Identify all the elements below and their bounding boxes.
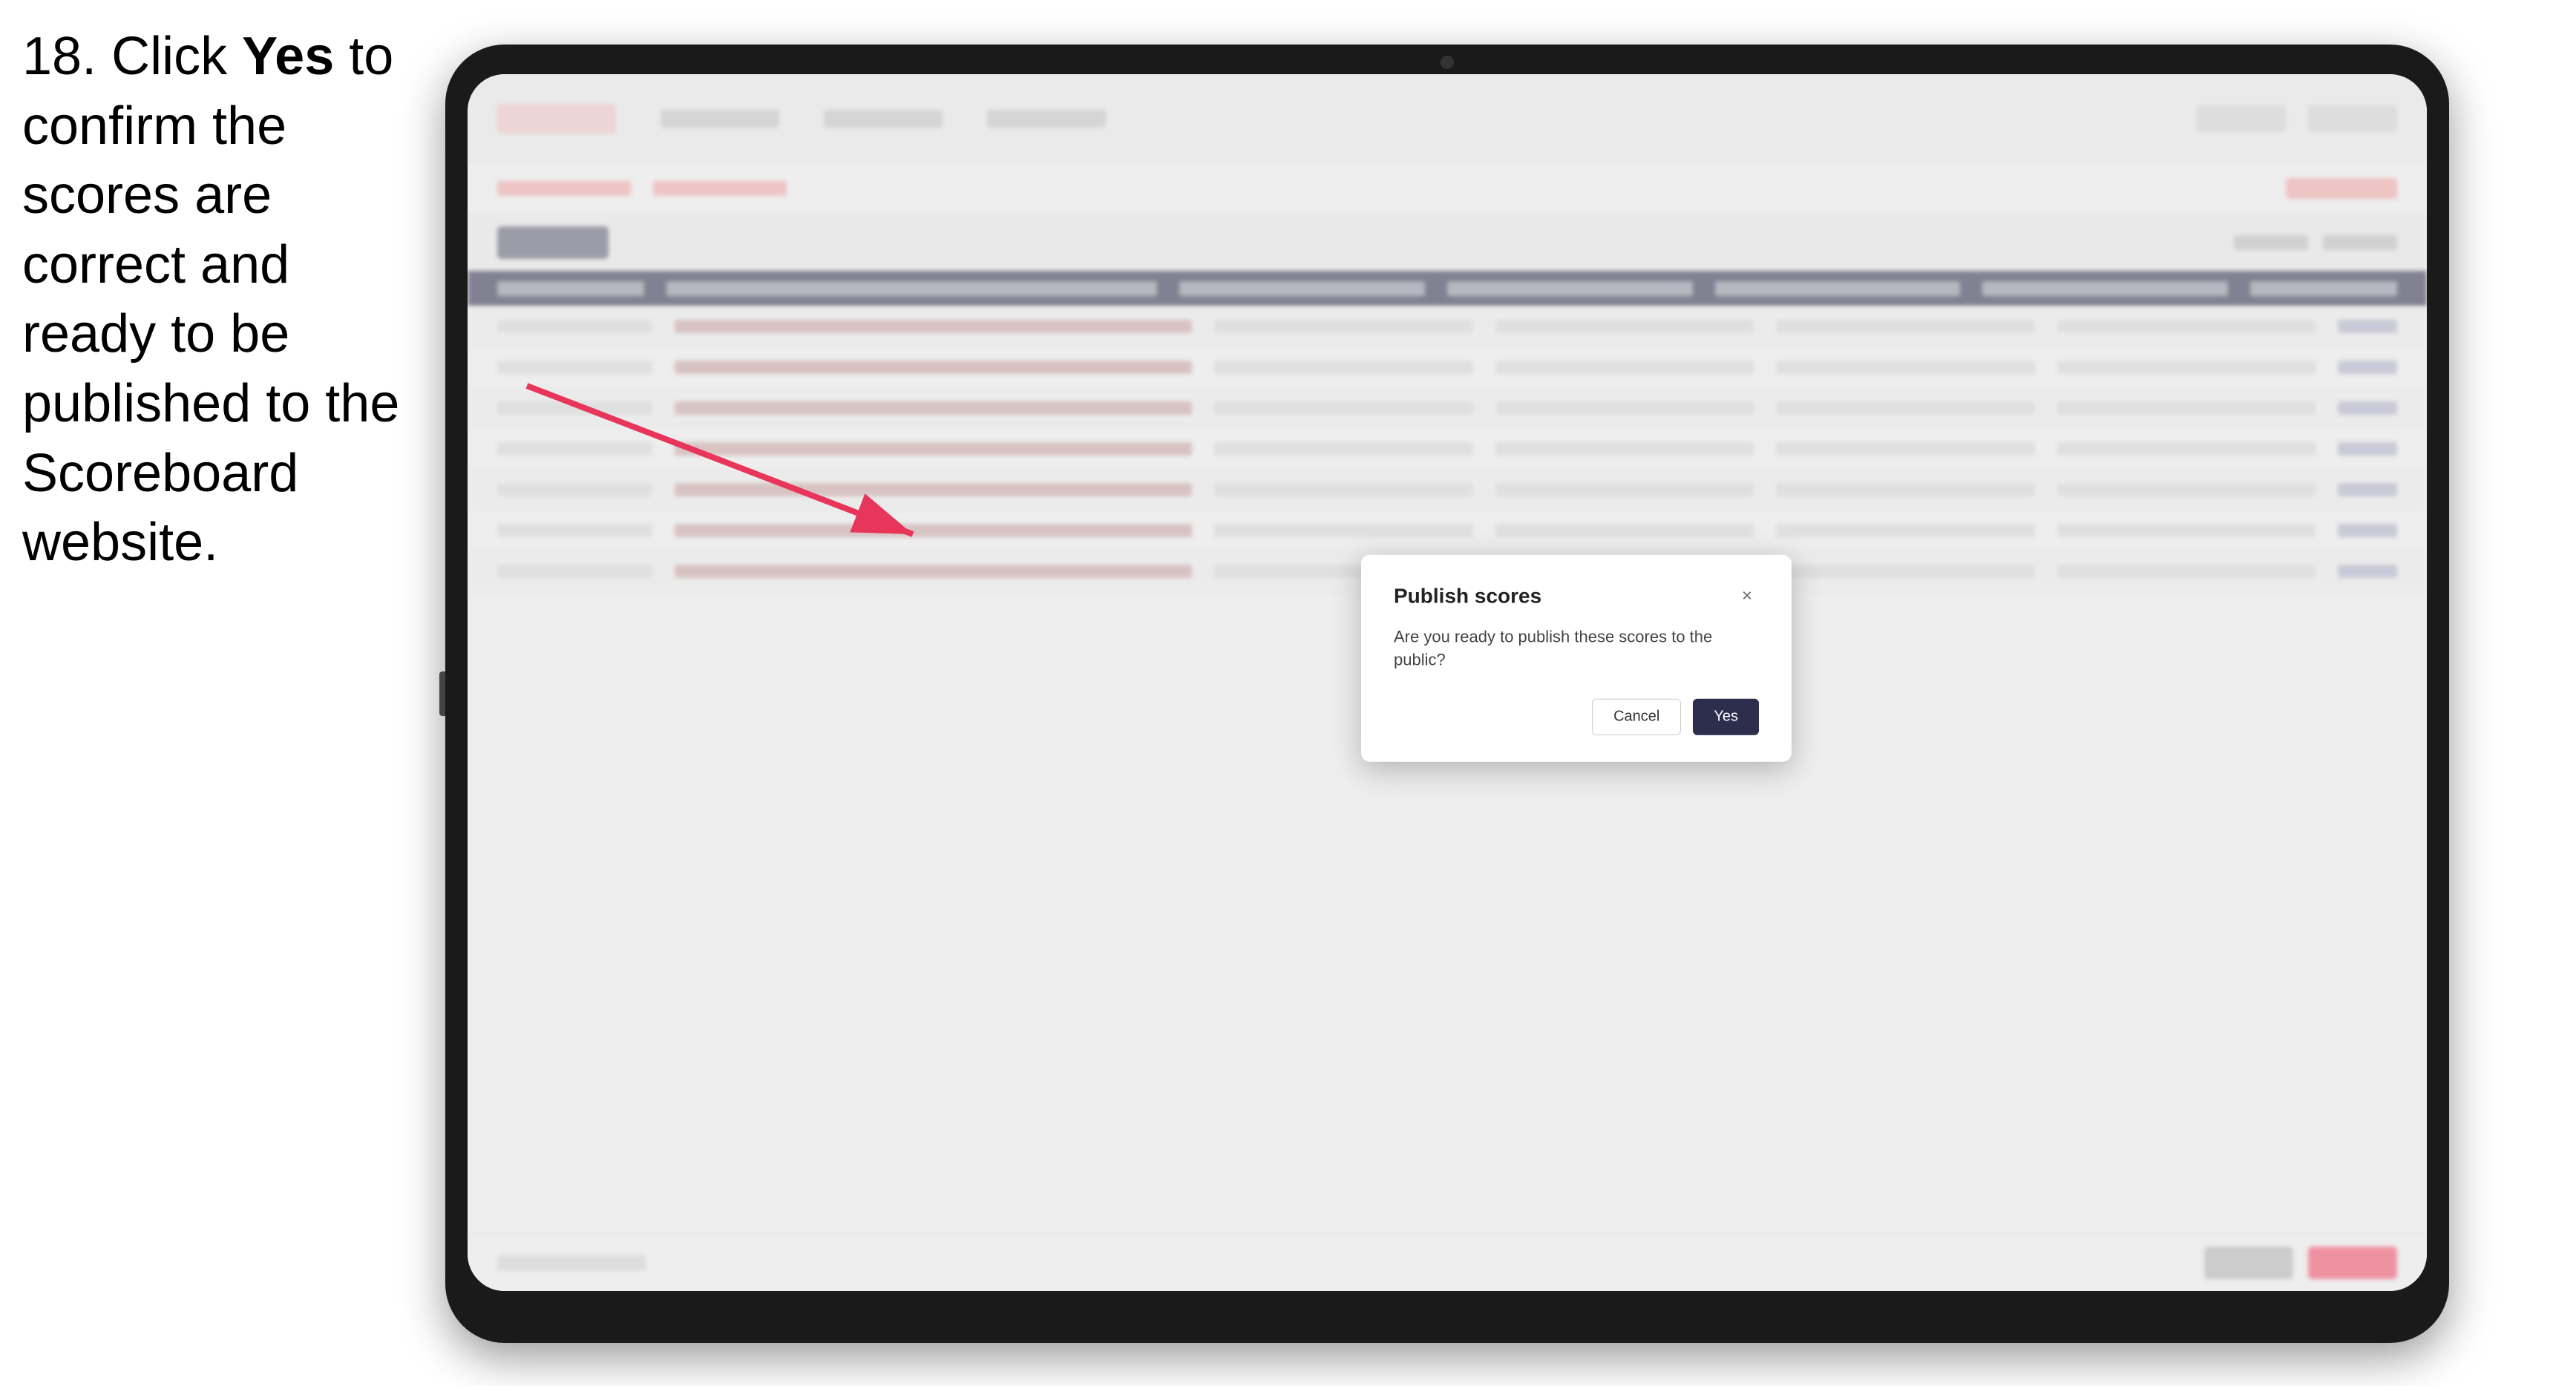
modal-dialog: Publish scores × Are you ready to publis… (1361, 555, 1792, 762)
modal-header: Publish scores × (1394, 585, 1759, 608)
modal-close-button[interactable]: × (1735, 585, 1759, 608)
yes-button[interactable]: Yes (1693, 698, 1759, 735)
instruction-panel: 18. Click Yes to confirm the scores are … (22, 22, 430, 578)
instruction-bold: Yes (242, 27, 334, 86)
cancel-button[interactable]: Cancel (1592, 698, 1681, 735)
modal-footer: Cancel Yes (1394, 698, 1759, 735)
modal-body-text: Are you ready to publish these scores to… (1394, 626, 1759, 672)
modal-title: Publish scores (1394, 585, 1541, 608)
instruction-text-part2: to confirm the scores are correct and re… (22, 27, 399, 572)
tablet-body: Publish scores × Are you ready to publis… (445, 45, 2449, 1343)
step-number: 18. (22, 27, 96, 86)
tablet-device: Publish scores × Are you ready to publis… (445, 45, 2449, 1343)
tablet-screen: Publish scores × Are you ready to publis… (468, 74, 2427, 1291)
instruction-text-part1: Click (96, 27, 242, 86)
